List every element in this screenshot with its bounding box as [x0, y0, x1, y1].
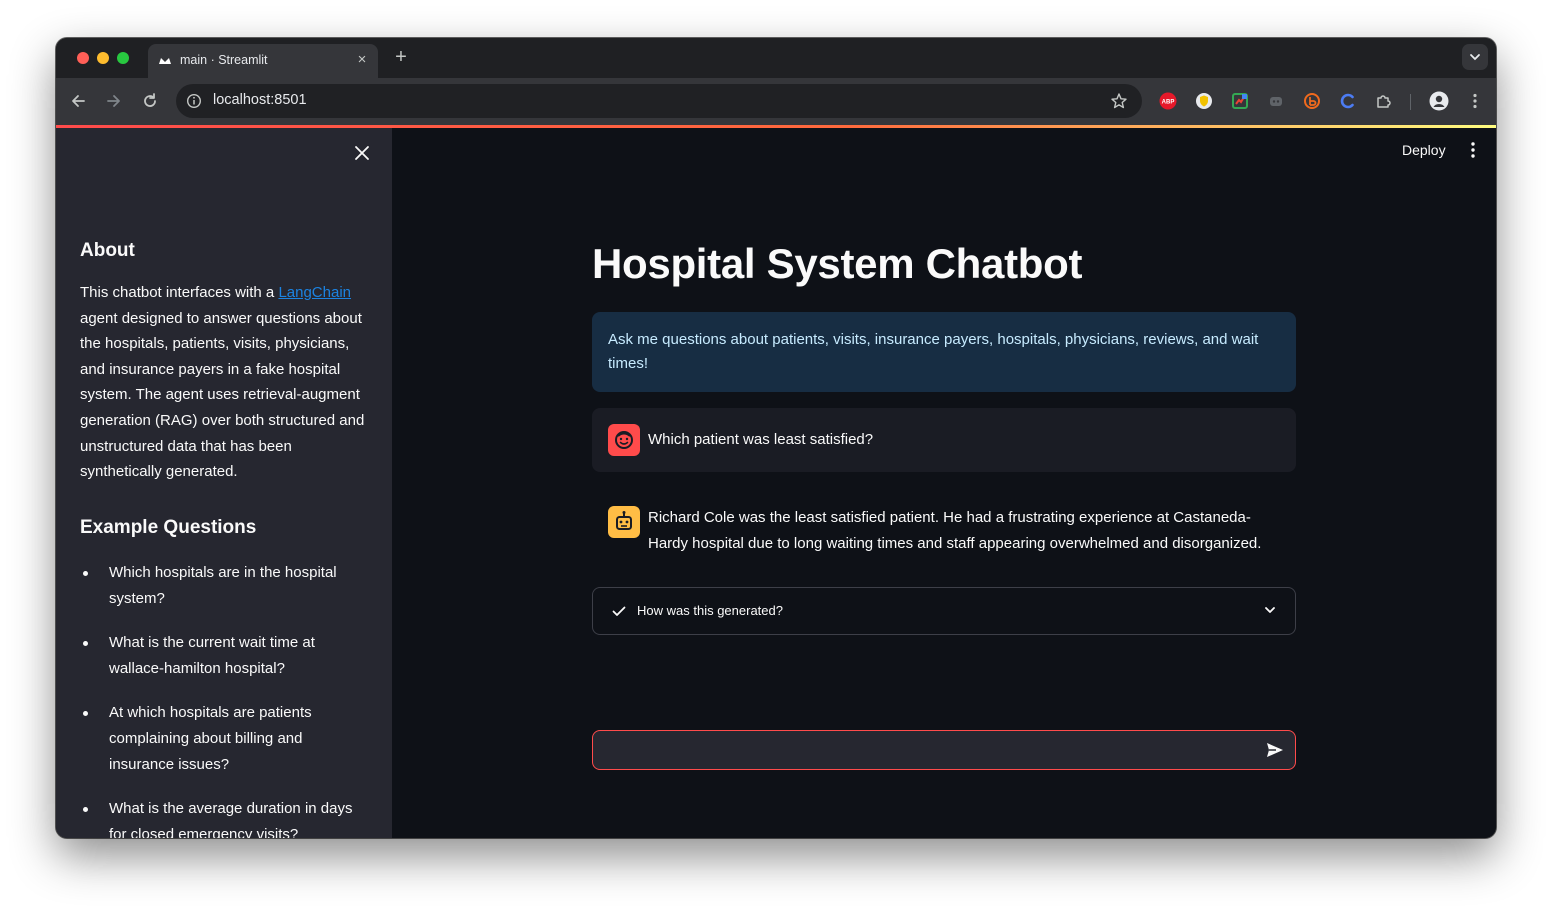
tab-title: main · Streamlit: [180, 53, 268, 67]
user-avatar: [608, 424, 640, 456]
example-question-item: At which hospitals are patients complain…: [80, 700, 370, 777]
deploy-button[interactable]: Deploy: [1396, 138, 1452, 162]
chevron-down-icon[interactable]: [1263, 603, 1277, 617]
blue-c-extension-icon[interactable]: [1339, 92, 1357, 110]
browser-window: main · Streamlit × + localhost:8501 ABP …: [56, 38, 1496, 838]
chat-input-container: [592, 730, 1296, 770]
example-question-item: What is the current wait time at wallace…: [80, 630, 370, 681]
orange-extension-icon[interactable]: [1303, 92, 1321, 110]
forward-arrow-icon[interactable]: [104, 91, 124, 111]
adblock-extension-icon[interactable]: ABP: [1159, 92, 1177, 110]
main-content: Deploy Hospital System Chatbot Ask me qu…: [392, 128, 1496, 838]
streamlit-logo-icon: [159, 58, 171, 64]
user-message-text: Which patient was least satisfied?: [648, 431, 874, 448]
langchain-link[interactable]: LangChain: [278, 284, 351, 301]
site-info-icon[interactable]: [186, 93, 202, 109]
chat-message-user: Which patient was least satisfied?: [592, 408, 1296, 472]
robot-extension-icon[interactable]: [1267, 92, 1285, 110]
about-text-pre: This chatbot interfaces with a: [80, 284, 279, 301]
assistant-avatar: [608, 506, 640, 538]
address-bar[interactable]: localhost:8501: [176, 84, 1142, 118]
face-icon: [615, 431, 633, 449]
chat-message-assistant: Richard Cole was the least satisfied pat…: [592, 490, 1296, 570]
tab-close-icon[interactable]: ×: [354, 52, 370, 68]
profile-avatar-icon[interactable]: [1429, 91, 1449, 111]
tab-strip: main · Streamlit × +: [56, 38, 1496, 78]
sidebar: About This chatbot interfaces with a Lan…: [56, 128, 392, 838]
colorful-extension-icon[interactable]: [1231, 92, 1249, 110]
example-question-item: What is the average duration in days for…: [80, 796, 370, 838]
about-heading: About: [80, 240, 135, 261]
generation-expander[interactable]: How was this generated?: [592, 587, 1296, 635]
example-questions-list: Which hospitals are in the hospital syst…: [80, 560, 370, 838]
minimize-window-button[interactable]: [97, 52, 109, 64]
example-question-item: Which hospitals are in the hospital syst…: [80, 560, 370, 611]
toolbar-divider: [1410, 94, 1411, 110]
robot-icon: [616, 511, 632, 530]
browser-menu-icon[interactable]: [1466, 92, 1484, 110]
check-icon: [612, 606, 626, 616]
page-title: Hospital System Chatbot: [592, 240, 1083, 287]
example-questions-heading: Example Questions: [80, 517, 257, 538]
new-tab-button[interactable]: +: [390, 46, 412, 68]
chat-input[interactable]: [605, 739, 1249, 763]
browser-toolbar: localhost:8501 ABP: [56, 78, 1496, 125]
about-text-post: agent designed to answer questions about…: [80, 309, 365, 481]
info-alert: Ask me questions about patients, visits,…: [592, 312, 1296, 392]
reload-icon[interactable]: [140, 91, 160, 111]
url-text[interactable]: localhost:8501: [213, 92, 307, 108]
bookmark-star-icon[interactable]: [1110, 92, 1128, 110]
maximize-window-button[interactable]: [117, 52, 129, 64]
sidebar-close-icon[interactable]: [352, 143, 372, 163]
back-arrow-icon[interactable]: [68, 91, 88, 111]
main-menu-icon[interactable]: [1470, 140, 1476, 160]
browser-tab[interactable]: main · Streamlit ×: [148, 44, 378, 78]
close-window-button[interactable]: [77, 52, 89, 64]
chevron-down-icon: [1470, 54, 1480, 61]
info-alert-text: Ask me questions about patients, visits,…: [608, 331, 1259, 372]
about-paragraph: This chatbot interfaces with a LangChain…: [80, 280, 370, 485]
svg-text:ABP: ABP: [1162, 100, 1175, 106]
send-icon[interactable]: [1265, 740, 1285, 760]
expander-label: How was this generated?: [637, 603, 783, 618]
tab-search-button[interactable]: [1462, 44, 1488, 70]
extensions-puzzle-icon[interactable]: [1375, 92, 1393, 110]
shield-extension-icon[interactable]: [1195, 92, 1213, 110]
assistant-message-text: Richard Cole was the least satisfied pat…: [648, 509, 1262, 552]
